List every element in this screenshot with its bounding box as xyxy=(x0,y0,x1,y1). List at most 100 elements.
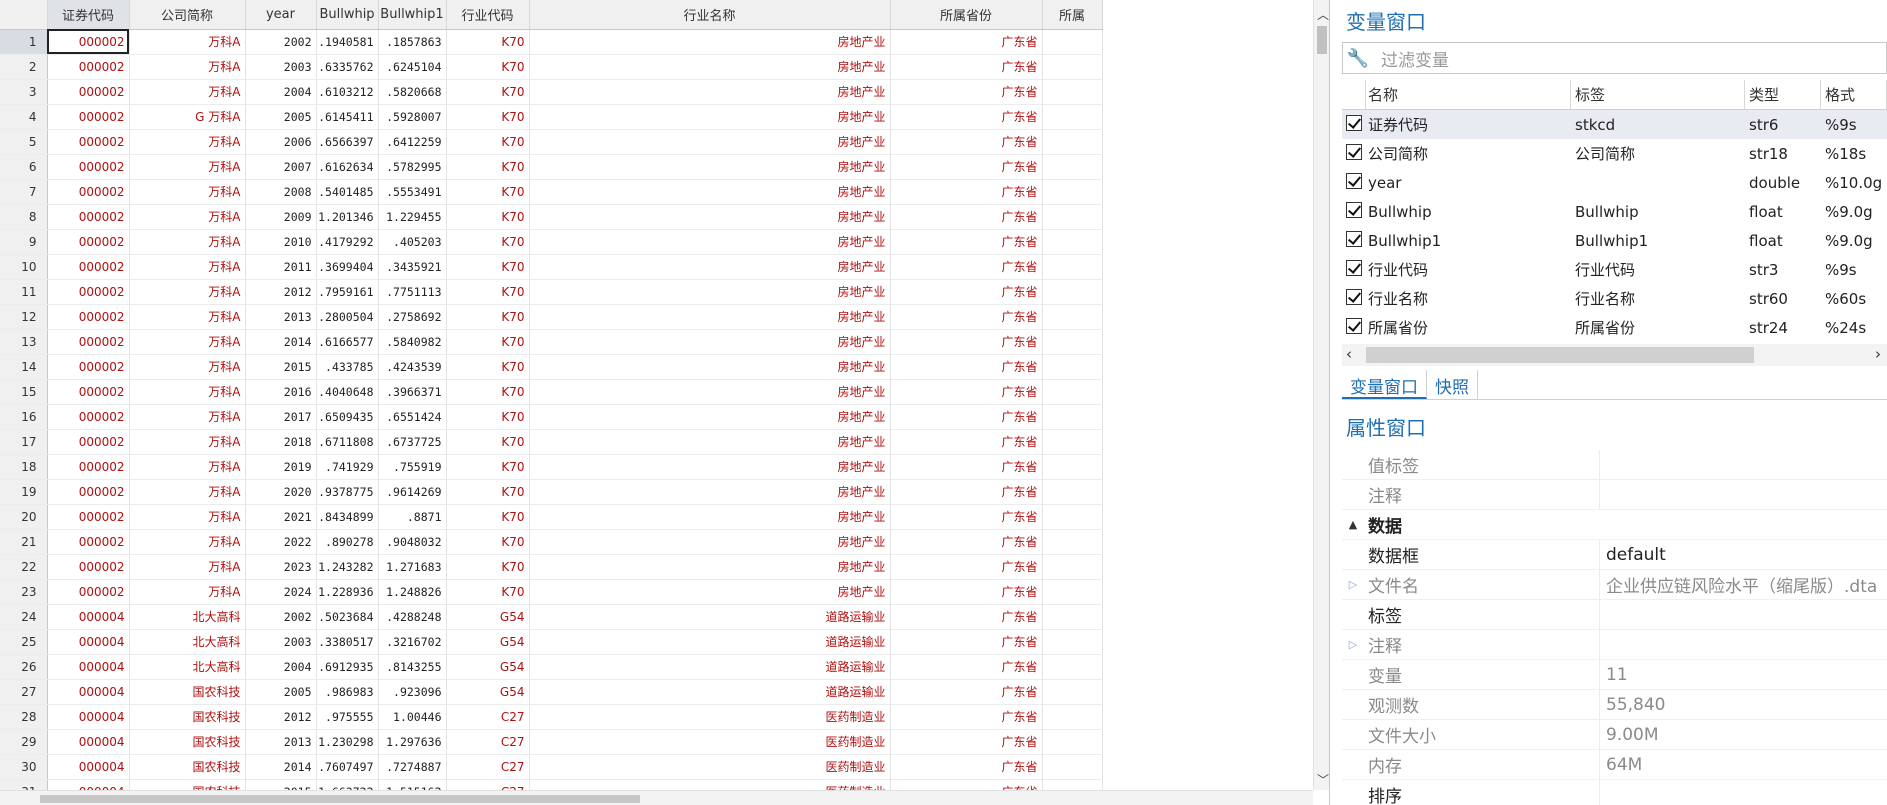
variable-row[interactable]: 证券代码 stkcd str6 %9s xyxy=(1342,110,1887,139)
table-cell[interactable]: 医药制造业 xyxy=(529,754,891,780)
variable-checkbox[interactable] xyxy=(1342,201,1366,222)
table-cell[interactable]: 广东省 xyxy=(890,704,1043,730)
table-cell[interactable]: .5782995 xyxy=(378,154,447,180)
table-cell[interactable]: 广东省 xyxy=(890,504,1043,530)
table-cell[interactable]: .8143255 xyxy=(378,654,447,680)
table-cell[interactable]: 房地产业 xyxy=(529,354,891,380)
table-cell[interactable]: 万科A xyxy=(129,429,246,455)
table-cell[interactable]: 国农科技 xyxy=(129,679,246,705)
table-cell[interactable]: 000004 xyxy=(47,679,130,705)
table-cell[interactable]: 广东省 xyxy=(890,304,1043,330)
table-cell[interactable] xyxy=(1042,254,1103,280)
table-cell[interactable]: G54 xyxy=(446,679,530,705)
table-cell[interactable]: 房地产业 xyxy=(529,429,891,455)
table-cell[interactable]: .6166577 xyxy=(316,329,379,355)
variable-row[interactable]: Bullwhip Bullwhip float %9.0g xyxy=(1342,197,1887,226)
row-number[interactable]: 16 xyxy=(0,404,48,430)
table-cell[interactable] xyxy=(1042,754,1103,780)
table-cell[interactable]: 000002 xyxy=(47,529,130,555)
table-cell[interactable]: 医药制造业 xyxy=(529,729,891,755)
table-cell[interactable]: 广东省 xyxy=(890,254,1043,280)
table-cell[interactable]: 房地产业 xyxy=(529,504,891,530)
table-cell[interactable]: 广东省 xyxy=(890,604,1043,630)
table-cell[interactable]: 000002 xyxy=(47,354,130,380)
table-cell[interactable]: 房地产业 xyxy=(529,404,891,430)
table-cell[interactable]: 000002 xyxy=(47,304,130,330)
row-number[interactable]: 7 xyxy=(0,179,48,205)
table-cell[interactable]: K70 xyxy=(446,254,530,280)
variable-row[interactable]: 公司简称 公司简称 str18 %18s xyxy=(1342,139,1887,168)
table-cell[interactable] xyxy=(1042,429,1103,455)
expand-arrow-icon[interactable]: ▲ xyxy=(1342,518,1364,531)
table-cell[interactable]: 房地产业 xyxy=(529,279,891,305)
filter-variables-field[interactable]: 🔧 过滤变量 xyxy=(1342,42,1887,74)
table-cell[interactable] xyxy=(1042,79,1103,105)
column-header[interactable]: Bullwhip xyxy=(316,0,379,30)
column-header[interactable]: 公司简称 xyxy=(129,0,246,30)
table-cell[interactable]: 房地产业 xyxy=(529,554,891,580)
row-number[interactable]: 6 xyxy=(0,154,48,180)
table-cell[interactable]: K70 xyxy=(446,279,530,305)
table-cell[interactable]: 000002 xyxy=(47,179,130,205)
property-row[interactable]: ▷ 注释 xyxy=(1342,630,1887,660)
table-cell[interactable]: 万科A xyxy=(129,304,246,330)
property-row[interactable]: 观测数 55,840 xyxy=(1342,690,1887,720)
table-cell[interactable]: K70 xyxy=(446,479,530,505)
table-cell[interactable]: G 万科A xyxy=(129,104,246,130)
tab-variables[interactable]: 变量窗口 xyxy=(1342,370,1427,399)
table-cell[interactable]: 000004 xyxy=(47,704,130,730)
table-cell[interactable]: 2015 xyxy=(245,354,317,380)
table-cell[interactable]: 广东省 xyxy=(890,129,1043,155)
table-cell[interactable]: K70 xyxy=(446,154,530,180)
table-cell[interactable]: 房地产业 xyxy=(529,479,891,505)
table-cell[interactable]: 万科A xyxy=(129,404,246,430)
row-number[interactable]: 10 xyxy=(0,254,48,280)
table-cell[interactable] xyxy=(1042,679,1103,705)
table-cell[interactable]: C27 xyxy=(446,704,530,730)
table-cell[interactable] xyxy=(1042,179,1103,205)
table-cell[interactable]: 广东省 xyxy=(890,104,1043,130)
table-cell[interactable]: K70 xyxy=(446,79,530,105)
table-cell[interactable]: .6145411 xyxy=(316,104,379,130)
table-cell[interactable]: 道路运输业 xyxy=(529,629,891,655)
table-cell[interactable]: 2003 xyxy=(245,54,317,80)
table-cell[interactable]: .7607497 xyxy=(316,754,379,780)
table-cell[interactable]: 广东省 xyxy=(890,454,1043,480)
table-cell[interactable]: 北大高科 xyxy=(129,629,246,655)
table-cell[interactable]: 广东省 xyxy=(890,404,1043,430)
table-cell[interactable]: .6103212 xyxy=(316,79,379,105)
table-cell[interactable]: K70 xyxy=(446,54,530,80)
table-cell[interactable]: 道路运输业 xyxy=(529,604,891,630)
table-cell[interactable]: .986983 xyxy=(316,679,379,705)
table-cell[interactable]: K70 xyxy=(446,104,530,130)
table-cell[interactable]: .8871 xyxy=(378,504,447,530)
table-cell[interactable]: 万科A xyxy=(129,129,246,155)
table-cell[interactable]: K70 xyxy=(446,504,530,530)
row-number[interactable]: 30 xyxy=(0,754,48,780)
table-cell[interactable]: .405203 xyxy=(378,229,447,255)
table-cell[interactable]: 房地产业 xyxy=(529,204,891,230)
filter-variables-input[interactable]: 过滤变量 xyxy=(1373,46,1886,71)
property-row[interactable]: 排序 xyxy=(1342,780,1887,805)
row-number[interactable]: 24 xyxy=(0,604,48,630)
checkbox-checked-icon[interactable] xyxy=(1346,172,1362,189)
table-cell[interactable]: 广东省 xyxy=(890,729,1043,755)
column-header-format[interactable]: 格式 xyxy=(1821,80,1887,109)
table-cell[interactable]: 万科A xyxy=(129,329,246,355)
table-cell[interactable] xyxy=(1042,304,1103,330)
table-cell[interactable]: K70 xyxy=(446,179,530,205)
table-cell[interactable]: 万科A xyxy=(129,454,246,480)
checkbox-checked-icon[interactable] xyxy=(1346,201,1362,218)
table-cell[interactable] xyxy=(1042,479,1103,505)
table-cell[interactable]: C27 xyxy=(446,754,530,780)
table-cell[interactable]: 万科A xyxy=(129,504,246,530)
table-cell[interactable]: 2013 xyxy=(245,729,317,755)
table-cell[interactable]: 万科A xyxy=(129,529,246,555)
table-cell[interactable]: K70 xyxy=(446,329,530,355)
table-cell[interactable]: 广东省 xyxy=(890,329,1043,355)
table-cell[interactable]: 2006 xyxy=(245,129,317,155)
table-cell[interactable]: .9048032 xyxy=(378,529,447,555)
table-cell[interactable]: 房地产业 xyxy=(529,129,891,155)
property-row[interactable]: 标签 xyxy=(1342,600,1887,630)
table-cell[interactable]: 2022 xyxy=(245,529,317,555)
